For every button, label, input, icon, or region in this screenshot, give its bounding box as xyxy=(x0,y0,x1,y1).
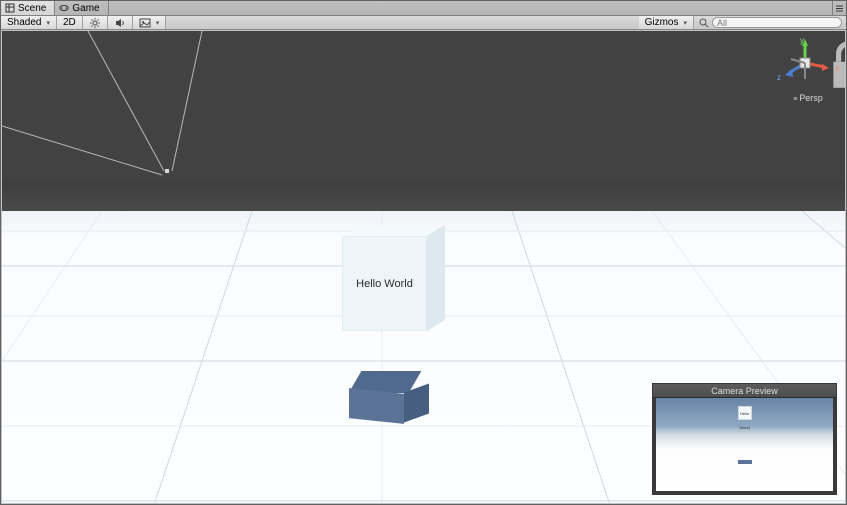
axis-y-text: y xyxy=(800,36,804,45)
camera-preview-panel[interactable]: Camera Preview Hello World xyxy=(652,383,837,495)
camera-frustum-gizmo xyxy=(2,31,302,291)
scene-viewport[interactable]: Hello World xyxy=(2,31,845,503)
sun-icon xyxy=(89,17,101,29)
orientation-gizmo[interactable]: y x z ≡ Persp xyxy=(779,37,837,117)
speaker-icon xyxy=(114,17,126,29)
projection-label[interactable]: ≡ Persp xyxy=(779,93,837,103)
camera-preview-title: Camera Preview xyxy=(653,384,836,398)
menu-icon xyxy=(835,4,844,13)
effects-dropdown[interactable] xyxy=(133,16,167,29)
image-icon xyxy=(139,17,151,29)
scene-toolbar: Shaded 2D Gizmos xyxy=(1,16,846,30)
toggle-2d-label: 2D xyxy=(63,17,76,28)
tab-options-button[interactable] xyxy=(832,1,846,15)
shading-mode-dropdown[interactable]: Shaded xyxy=(1,16,57,29)
axis-x-text: x xyxy=(835,64,839,73)
preview-shadow-cube xyxy=(738,460,752,464)
search-input[interactable] xyxy=(712,17,842,28)
camera-preview-body: Hello World xyxy=(656,398,833,491)
cube-front-face: Hello World xyxy=(342,236,427,331)
shadow-cube-front xyxy=(349,388,404,424)
shadow-cube-object[interactable] xyxy=(347,371,427,426)
tab-spacer xyxy=(109,1,832,15)
gizmos-label: Gizmos xyxy=(645,17,679,28)
shading-mode-label: Shaded xyxy=(7,17,41,28)
lock-icon[interactable] xyxy=(823,41,833,51)
toolbar-spacer xyxy=(166,16,638,29)
tab-bar: Scene Game xyxy=(1,1,846,16)
tab-game-label: Game xyxy=(72,3,99,14)
game-tab-icon xyxy=(59,3,69,13)
cube-object[interactable]: Hello World xyxy=(342,226,447,331)
toggle-2d-button[interactable]: 2D xyxy=(57,16,83,29)
preview-cube: Hello World xyxy=(738,406,752,420)
tab-scene-label: Scene xyxy=(18,3,46,14)
tab-scene[interactable]: Scene xyxy=(1,1,55,15)
search-icon xyxy=(698,17,710,29)
search-container xyxy=(694,16,846,29)
gizmos-dropdown[interactable]: Gizmos xyxy=(639,16,694,29)
axis-z-text: z xyxy=(777,73,781,82)
cube-text: Hello World xyxy=(356,278,413,290)
scene-tab-icon xyxy=(5,3,15,13)
cube-side-face xyxy=(427,225,445,331)
tab-game[interactable]: Game xyxy=(55,1,108,15)
toggle-lighting-button[interactable] xyxy=(83,16,108,29)
editor-window: Scene Game Shaded 2D xyxy=(0,0,847,505)
toggle-audio-button[interactable] xyxy=(108,16,133,29)
